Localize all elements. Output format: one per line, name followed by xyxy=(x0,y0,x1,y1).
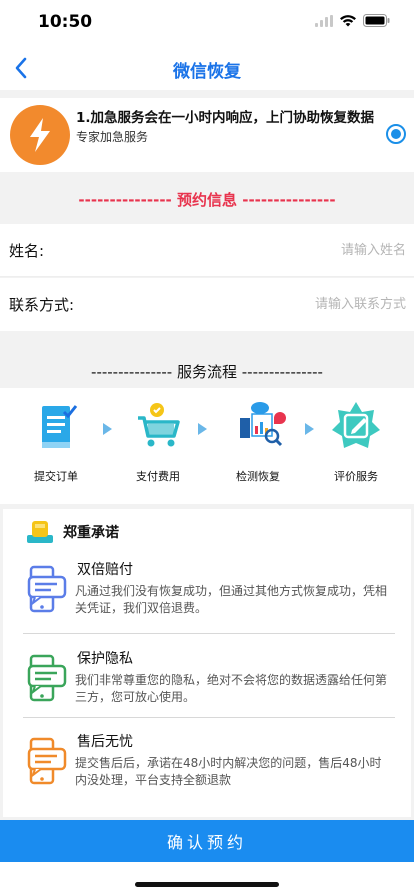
contact-input[interactable] xyxy=(186,292,406,316)
promise-title: 郑重承诺 xyxy=(63,525,119,541)
shopping-cart-icon xyxy=(138,403,180,447)
status-icons xyxy=(315,14,390,27)
divider xyxy=(23,633,395,634)
nav-bar: 微信恢复 xyxy=(0,46,414,90)
battery-icon xyxy=(363,14,390,27)
gold-badge-icon xyxy=(27,521,53,543)
divider xyxy=(23,717,395,718)
promise-panel: 郑重承诺 双倍赔付 凡通过我们没有恢复成功，但通过其他方式恢复成功，凭相关凭证，… xyxy=(3,509,411,817)
flow-step-label: 评价服务 xyxy=(334,470,378,483)
flow-arrow-icon xyxy=(305,423,314,435)
promise-item-title: 双倍赔付 xyxy=(77,562,133,578)
confirm-booking-button[interactable]: 确认预约 xyxy=(0,820,414,862)
bottom-safe-area xyxy=(0,862,414,896)
chat-phone-icon xyxy=(27,737,67,785)
flow-arrow-icon xyxy=(198,423,207,435)
name-row: 姓名: xyxy=(0,224,414,277)
service-option-card[interactable]: 1.加急服务会在一小时内响应，上门协助恢复数据 专家加急服务 xyxy=(0,98,414,172)
promise-item-desc: 我们非常尊重您的隐私，绝对不会将您的数据透露给任何第三方，您可放心使用。 xyxy=(75,673,388,704)
flow-section-title: --------------- 服务流程 --------------- xyxy=(91,363,323,381)
promise-header: 郑重承诺 xyxy=(25,519,119,545)
service-headline: 1.加急服务会在一小时内响应，上门协助恢复数据 xyxy=(76,110,375,126)
service-subtitle: 专家加急服务 xyxy=(76,130,149,144)
flow-step-label: 检测恢复 xyxy=(236,470,280,483)
booking-section-title: --------------- 预约信息 --------------- xyxy=(78,191,336,209)
status-bar: 10:50 xyxy=(0,0,414,46)
flow-step-detect-recover: 检测恢复 xyxy=(218,398,298,484)
chat-phone-icon xyxy=(27,565,67,613)
home-indicator xyxy=(135,882,279,887)
flow-arrow-icon xyxy=(103,423,112,435)
edit-star-icon xyxy=(332,402,380,448)
flow-step-payment: 支付费用 xyxy=(118,398,198,484)
flow-step-label: 支付费用 xyxy=(136,470,180,483)
document-check-icon xyxy=(42,405,78,448)
flow-step-submit-order: 提交订单 xyxy=(16,398,96,484)
promise-item-title: 售后无忧 xyxy=(77,734,133,750)
radio-selected-dot xyxy=(391,129,401,139)
lightning-icon xyxy=(10,105,70,165)
promise-item-title: 保护隐私 xyxy=(77,651,133,667)
promise-item-desc: 提交售后后，承诺在48小时内解决您的问题，售后48小时内没处理，平台支持全额退款 xyxy=(75,756,382,787)
chat-phone-icon xyxy=(27,654,67,702)
status-time: 10:50 xyxy=(38,12,93,32)
service-radio-button[interactable] xyxy=(386,124,406,144)
contact-label: 联系方式: xyxy=(9,296,75,314)
data-analysis-icon xyxy=(240,402,286,447)
wifi-icon xyxy=(340,15,356,27)
flow-step-label: 提交订单 xyxy=(34,470,78,483)
flow-panel: 提交订单 支付费用 检测恢复 评价服务 xyxy=(0,388,414,504)
promise-item-desc: 凡通过我们没有恢复成功，但通过其他方式恢复成功，凭相关凭证，我们双倍退费。 xyxy=(75,584,388,615)
page-title: 微信恢复 xyxy=(173,62,241,82)
contact-row: 联系方式: xyxy=(0,278,414,331)
name-label: 姓名: xyxy=(9,242,45,260)
flow-step-review: 评价服务 xyxy=(316,398,396,484)
name-input[interactable] xyxy=(186,238,406,262)
signal-icon xyxy=(315,14,333,27)
